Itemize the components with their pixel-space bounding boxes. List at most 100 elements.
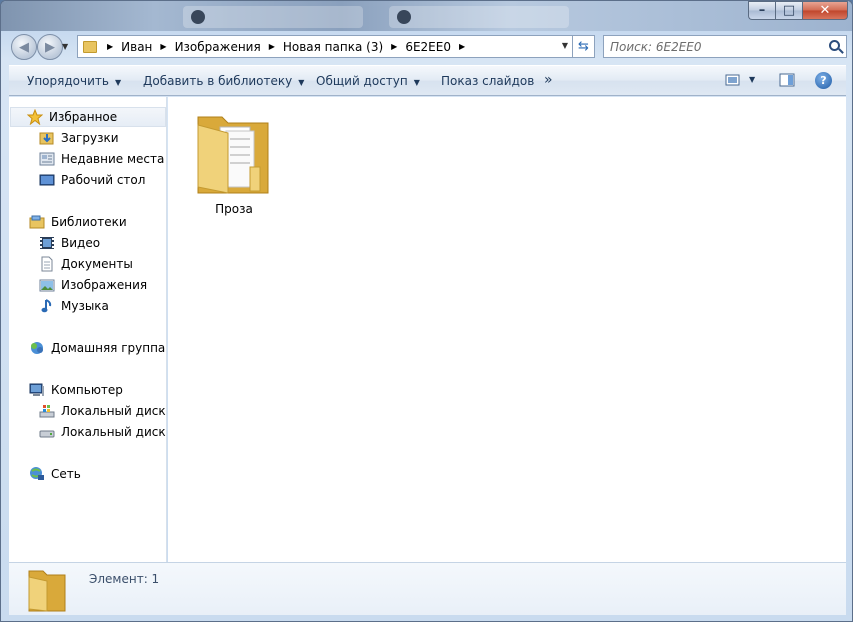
app-icon: [397, 10, 411, 24]
more-commands-button[interactable]: »: [544, 72, 553, 88]
maximize-icon: □: [782, 3, 796, 18]
chevron-right-icon[interactable]: ▶: [103, 42, 117, 51]
search-input[interactable]: [604, 36, 814, 57]
sidebar-item-downloads[interactable]: Загрузки: [39, 128, 119, 148]
star-icon: [26, 108, 44, 126]
details-pane: Элемент: 1: [9, 562, 846, 615]
folder-icon: [28, 570, 66, 612]
refresh-icon: ⇆: [578, 39, 589, 54]
recent-places-icon: [39, 151, 55, 167]
background-window-tab-2[interactable]: [389, 6, 569, 28]
sidebar-item-label: Домашняя группа: [51, 341, 166, 355]
pictures-icon: [39, 277, 55, 293]
sidebar-item-label: Документы: [61, 257, 133, 271]
sidebar-item-network[interactable]: Сеть: [29, 464, 81, 484]
back-arrow-icon: ◀: [19, 39, 29, 55]
sidebar-item-video[interactable]: Видео: [39, 233, 100, 253]
sidebar-item-homegroup[interactable]: Домашняя группа: [29, 338, 165, 358]
preview-pane-button[interactable]: [779, 73, 795, 87]
chevron-right-icon[interactable]: ▶: [265, 42, 279, 51]
sidebar-item-drive-d[interactable]: Локальный диск (D: [39, 422, 166, 442]
homegroup-icon: [29, 340, 45, 356]
chevron-right-icon[interactable]: ▶: [455, 42, 469, 51]
video-icon: [39, 235, 55, 251]
folder-icon: [83, 40, 97, 53]
explorer-window: – □ ✕ ◀ ▶ ▼ ▶ Иван ▶ Изображения ▶ Новая…: [0, 0, 853, 622]
search-icon[interactable]: [829, 40, 840, 51]
chevron-down-icon: ▼: [114, 78, 122, 87]
music-icon: [39, 298, 55, 314]
app-icon: [191, 10, 205, 24]
search-box: [603, 35, 847, 58]
sidebar-item-drive-c[interactable]: Локальный диск (C: [39, 401, 166, 421]
sidebar-item-label: Загрузки: [61, 131, 119, 145]
close-icon: ✕: [819, 3, 831, 18]
chevron-down-icon[interactable]: ▼: [562, 41, 568, 50]
slideshow-label: Показ слайдов: [441, 74, 535, 88]
sidebar-item-label: Локальный диск (C: [61, 404, 166, 418]
sidebar-item-music[interactable]: Музыка: [39, 296, 109, 316]
command-bar: Упорядочить ▼ Добавить в библиотеку ▼ Общи…: [9, 65, 846, 96]
sidebar-item-computer[interactable]: Компьютер: [29, 380, 123, 400]
sidebar-item-label: Изображения: [61, 278, 148, 292]
add-to-library-button[interactable]: Добавить в библиотеку ▼: [143, 74, 304, 88]
slideshow-button[interactable]: Показ слайдов: [441, 74, 534, 88]
sidebar-item-libraries[interactable]: Библиотеки: [29, 212, 127, 232]
desktop-icon: [39, 172, 55, 188]
folder-label[interactable]: Проза: [194, 202, 274, 216]
title-bar[interactable]: – □ ✕: [1, 1, 852, 31]
chevron-down-icon: ▼: [413, 78, 420, 87]
add-to-library-label: Добавить в библиотеку: [143, 74, 293, 88]
minimize-button[interactable]: –: [748, 1, 775, 20]
sidebar-item-label: Музыка: [61, 299, 109, 313]
sidebar-item-label: Компьютер: [51, 383, 123, 397]
back-button[interactable]: ◀: [11, 34, 37, 60]
minimize-icon: –: [758, 3, 766, 18]
change-view-button[interactable]: [725, 73, 741, 87]
downloads-folder-icon: [39, 130, 55, 146]
close-button[interactable]: ✕: [802, 1, 848, 20]
sidebar-item-label: Локальный диск (D: [61, 425, 166, 439]
sidebar-item-favorites[interactable]: Избранное: [10, 107, 166, 127]
sidebar-item-label: Недавние места: [61, 152, 165, 166]
window-controls: – □ ✕: [748, 1, 848, 20]
item-count: Элемент: 1: [89, 572, 160, 586]
computer-icon: [29, 382, 45, 398]
breadcrumb-ivan[interactable]: Иван: [117, 36, 156, 57]
help-icon[interactable]: ?: [815, 72, 832, 89]
chevron-right-icon[interactable]: ▶: [156, 42, 170, 51]
libraries-icon: [29, 214, 45, 230]
sidebar-item-pictures[interactable]: Изображения: [39, 275, 147, 295]
share-label: Общий доступ: [316, 74, 408, 88]
navigation-pane: Избранное Загрузки Недавние места Рабочи…: [9, 97, 167, 562]
maximize-button[interactable]: □: [775, 1, 802, 20]
sidebar-item-label: Сеть: [51, 467, 81, 481]
sidebar-item-recent-places[interactable]: Недавние места: [39, 149, 164, 169]
recent-pages-dropdown[interactable]: ▼: [62, 42, 68, 51]
breadcrumb-current[interactable]: 6E2EE0: [401, 36, 455, 57]
view-icon: [725, 74, 740, 86]
organize-label: Упорядочить: [27, 74, 109, 88]
sidebar-item-desktop[interactable]: Рабочий стол: [39, 170, 145, 190]
address-bar[interactable]: ▶ Иван ▶ Изображения ▶ Новая папка (3) ▶…: [77, 35, 573, 58]
folder-item-proza[interactable]: [194, 107, 274, 203]
folder-icon: [197, 116, 269, 194]
sidebar-item-documents[interactable]: Документы: [39, 254, 133, 274]
documents-icon: [39, 256, 55, 272]
sidebar-item-label: Видео: [61, 236, 101, 250]
refresh-button[interactable]: ⇆: [573, 35, 595, 58]
view-dropdown[interactable]: ▼: [749, 75, 755, 84]
breadcrumb-new-folder[interactable]: Новая папка (3): [279, 36, 387, 57]
share-button[interactable]: Общий доступ ▼: [316, 74, 420, 88]
file-list[interactable]: Проза: [168, 97, 846, 562]
breadcrumb-images[interactable]: Изображения: [171, 36, 265, 57]
network-icon: [29, 466, 45, 482]
background-window-tab-1[interactable]: [183, 6, 363, 28]
forward-arrow-icon: ▶: [45, 39, 55, 55]
chevron-down-icon: ▼: [298, 78, 305, 87]
navigation-bar: ◀ ▶ ▼ ▶ Иван ▶ Изображения ▶ Новая папка…: [7, 34, 847, 60]
sidebar-item-label: Библиотеки: [51, 215, 127, 229]
organize-button[interactable]: Упорядочить ▼: [27, 74, 121, 88]
forward-button[interactable]: ▶: [37, 34, 63, 60]
chevron-right-icon[interactable]: ▶: [387, 42, 401, 51]
